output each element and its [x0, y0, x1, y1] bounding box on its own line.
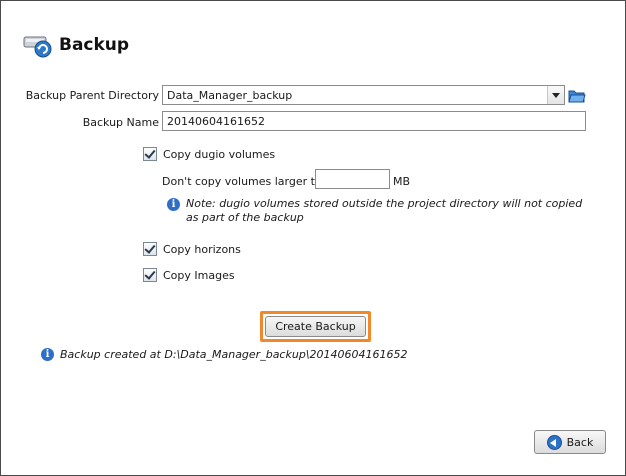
- size-unit-label: MB: [393, 175, 411, 188]
- create-backup-highlight: Create Backup: [260, 311, 371, 342]
- dropdown-arrow-icon[interactable]: [547, 86, 564, 104]
- open-folder-icon[interactable]: [568, 86, 586, 104]
- back-arrow-icon: [546, 434, 562, 450]
- parent-directory-label: Backup Parent Directory: [25, 89, 159, 102]
- backup-name-value: 20140604161652: [167, 115, 265, 128]
- back-button[interactable]: Back: [534, 430, 606, 454]
- backup-name-label: Backup Name: [82, 116, 159, 129]
- parent-directory-value: Data_Manager_backup: [167, 89, 293, 102]
- create-backup-label: Create Backup: [275, 320, 356, 333]
- parent-directory-select[interactable]: Data_Manager_backup: [162, 85, 565, 105]
- dugio-note: Note: dugio volumes stored outside the p…: [186, 197, 583, 224]
- status-message: Backup created at D:\Data_Manager_backup…: [60, 348, 408, 361]
- copy-dugio-checkbox[interactable]: [143, 147, 157, 161]
- copy-images-checkbox-row[interactable]: Copy Images: [143, 268, 235, 282]
- create-backup-button[interactable]: Create Backup: [265, 316, 366, 337]
- backup-panel: Backup Backup Parent Directory Data_Mana…: [0, 0, 626, 476]
- backup-drive-icon: [23, 36, 52, 58]
- status-info-icon: i: [41, 348, 54, 361]
- size-limit-label: Don't copy volumes larger than: [162, 175, 336, 188]
- copy-images-checkbox[interactable]: [143, 268, 157, 282]
- copy-dugio-checkbox-row[interactable]: Copy dugio volumes: [143, 147, 275, 161]
- copy-horizons-checkbox[interactable]: [143, 242, 157, 256]
- size-limit-input[interactable]: [315, 169, 390, 189]
- copy-images-label: Copy Images: [163, 268, 235, 282]
- back-label: Back: [566, 435, 594, 449]
- page-title: Backup: [59, 35, 130, 55]
- info-icon: i: [167, 198, 180, 211]
- copy-dugio-label: Copy dugio volumes: [163, 147, 276, 161]
- page-header: Backup: [23, 31, 129, 59]
- copy-horizons-label: Copy horizons: [163, 242, 241, 256]
- backup-name-input[interactable]: 20140604161652: [162, 111, 586, 131]
- copy-horizons-checkbox-row[interactable]: Copy horizons: [143, 242, 241, 256]
